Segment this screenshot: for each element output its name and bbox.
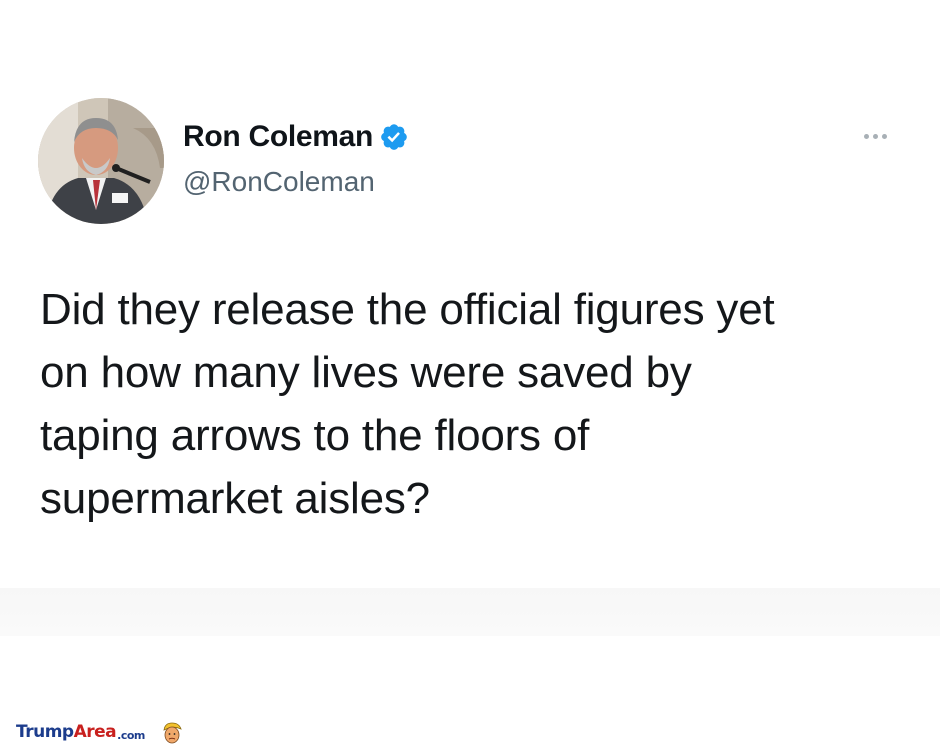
tweet-text: Did they release the official figures ye… (40, 278, 920, 530)
more-options-button[interactable] (850, 126, 900, 146)
watermark-com: .com (117, 729, 145, 742)
watermark-trump: Trump (16, 722, 74, 742)
name-row: Ron Coleman (183, 118, 409, 156)
tweet-text-line: supermarket aisles? (40, 474, 430, 523)
more-options-icon (881, 133, 887, 139)
author-block: Ron Coleman @RonColeman (183, 118, 409, 200)
more-options-icon (872, 133, 878, 139)
footer-band (0, 588, 940, 636)
tweet-text-line: taping arrows to the floors of (40, 411, 590, 460)
watermark: TrumpArea.com (16, 720, 183, 746)
handle[interactable]: @RonColeman (183, 164, 409, 200)
watermark-area: Area (73, 722, 117, 742)
more-options-icon (863, 133, 869, 139)
trump-face-icon (161, 721, 183, 745)
tweet-card: Ron Coleman @RonColeman Did they release… (0, 0, 940, 720)
verified-badge-icon (379, 122, 409, 152)
avatar-photo-icon (38, 98, 164, 224)
avatar[interactable] (38, 98, 164, 224)
watermark-text: TrumpArea.com (16, 721, 145, 745)
tweet-text-line: on how many lives were saved by (40, 348, 692, 397)
display-name[interactable]: Ron Coleman (183, 118, 373, 156)
tweet-text-line: Did they release the official figures ye… (40, 285, 775, 334)
